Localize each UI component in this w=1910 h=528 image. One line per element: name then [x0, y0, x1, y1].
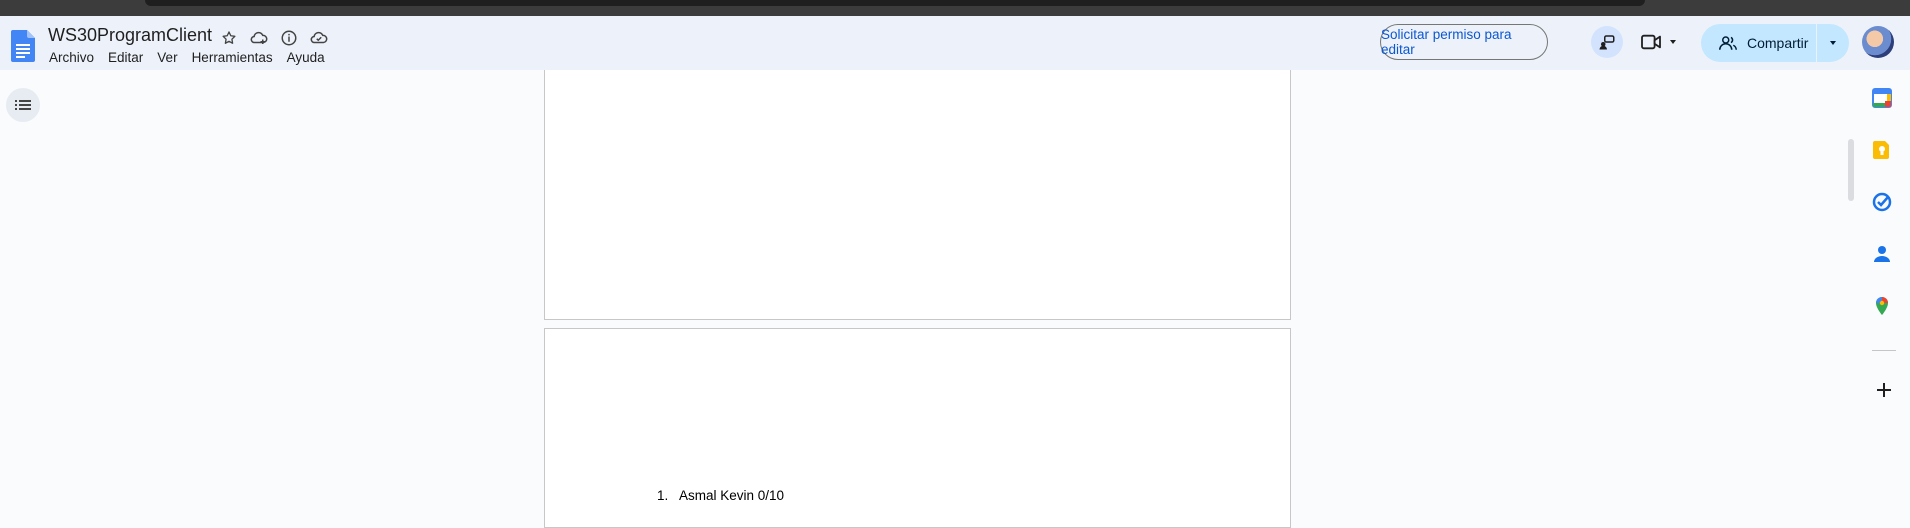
docs-logo-icon[interactable] — [11, 30, 35, 62]
add-icon[interactable] — [1874, 380, 1894, 400]
request-edit-button[interactable]: Solicitar permiso para editar — [1380, 24, 1548, 60]
menu-herramientas[interactable]: Herramientas — [192, 50, 273, 65]
tasks-icon[interactable] — [1872, 192, 1892, 212]
list-number: 1. — [657, 488, 669, 503]
scrollbar[interactable] — [1848, 139, 1854, 201]
document-outline-button[interactable] — [6, 88, 40, 122]
chevron-down-icon — [1670, 40, 1676, 44]
account-avatar[interactable] — [1862, 26, 1894, 58]
video-camera-icon — [1641, 34, 1661, 50]
browser-top-strip — [0, 0, 1910, 16]
list-item[interactable]: 1. Asmal Kevin 0/10 — [657, 488, 784, 503]
keep-icon[interactable] — [1872, 140, 1892, 160]
meet-button[interactable] — [1640, 28, 1686, 56]
comments-mode-button[interactable] — [1591, 26, 1623, 58]
chevron-down-icon — [1830, 41, 1836, 45]
star-icon[interactable] — [220, 29, 238, 47]
move-to-drive-icon[interactable] — [250, 29, 268, 47]
comment-history-icon — [1599, 35, 1615, 50]
document-page[interactable] — [544, 70, 1291, 320]
share-button[interactable]: Compartir — [1701, 24, 1816, 62]
maps-icon[interactable] — [1872, 296, 1892, 316]
menu-editar[interactable]: Editar — [108, 50, 143, 65]
document-title[interactable]: WS30ProgramClient — [48, 25, 212, 46]
menu-archivo[interactable]: Archivo — [49, 50, 94, 65]
menu-ayuda[interactable]: Ayuda — [287, 50, 325, 65]
menu-ver[interactable]: Ver — [157, 50, 177, 65]
menu-bar: Archivo Editar Ver Herramientas Ayuda — [49, 50, 325, 65]
share-label: Compartir — [1747, 35, 1809, 51]
browser-address-strip — [145, 0, 1645, 6]
people-icon — [1719, 36, 1737, 50]
calendar-icon[interactable] — [1872, 88, 1892, 108]
list-text: Asmal Kevin 0/10 — [679, 488, 785, 503]
side-panel-divider — [1872, 350, 1896, 351]
cloud-status-icon[interactable] — [310, 29, 328, 47]
contacts-icon[interactable] — [1872, 244, 1892, 264]
info-icon[interactable] — [280, 29, 298, 47]
list-icon — [15, 100, 31, 110]
